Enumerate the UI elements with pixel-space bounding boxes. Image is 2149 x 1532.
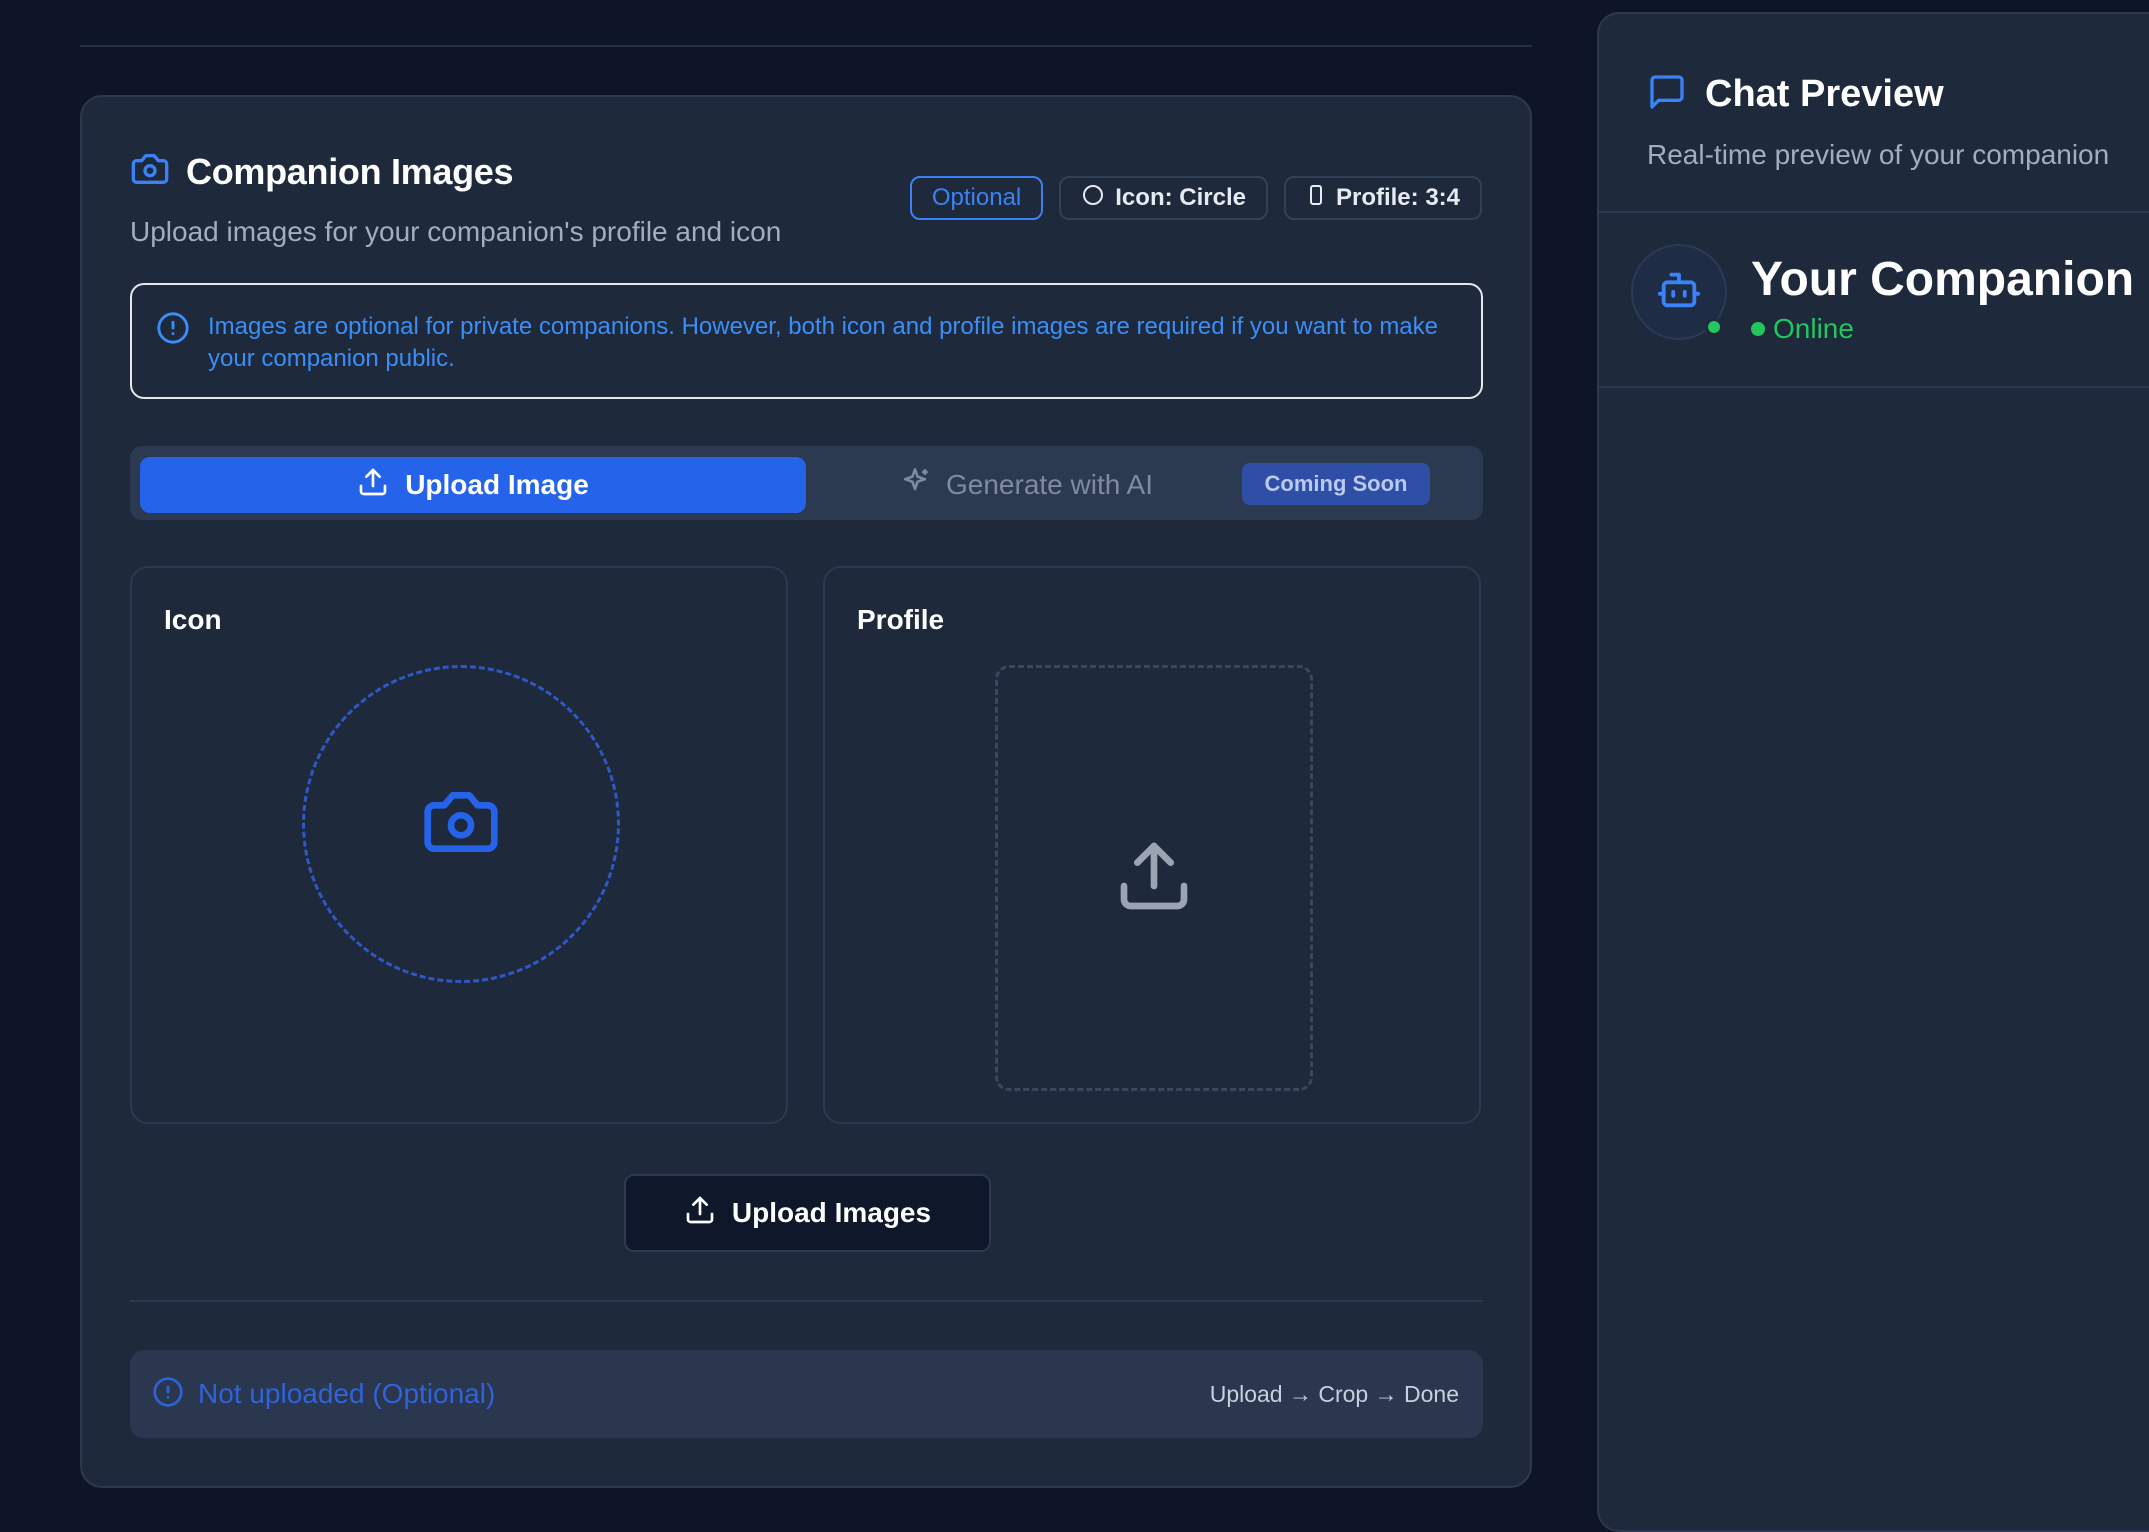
- info-text: Images are optional for private companio…: [208, 313, 1438, 372]
- online-indicator: [1705, 318, 1723, 336]
- card-title: Companion Images: [186, 150, 514, 192]
- info-icon: [156, 311, 190, 350]
- bottom-divider: [130, 1300, 1483, 1302]
- upload-images-button[interactable]: Upload Images: [624, 1174, 991, 1252]
- preview-divider: [1599, 211, 2149, 213]
- icon-shape-badge: Icon: Circle: [1059, 176, 1268, 220]
- image-badges: Optional Icon: Circle Profile: 3:4: [909, 176, 1482, 220]
- card-subtitle: Upload images for your companion's profi…: [130, 216, 782, 247]
- info-alert: Images are optional for private companio…: [130, 283, 1483, 399]
- profile-upload-panel: Profile: [823, 566, 1481, 1124]
- portrait-icon: [1306, 183, 1326, 214]
- tab-upload-label: Upload Image: [405, 469, 589, 500]
- upload-icon: [1114, 836, 1194, 921]
- profile-dropzone[interactable]: [995, 665, 1313, 1091]
- tab-generate-label: Generate with AI: [946, 469, 1154, 500]
- profile-ratio-badge: Profile: 3:4: [1283, 176, 1482, 220]
- chat-preview-title: Chat Preview: [1705, 73, 1944, 115]
- chat-preview-panel: Chat Preview Real-time preview of your c…: [1597, 12, 2149, 1532]
- chat-bubble-icon: [1647, 72, 1687, 117]
- tab-generate-ai[interactable]: Generate with AI: [898, 457, 1153, 513]
- companion-header: Your Companion Online: [1631, 244, 2134, 345]
- camera-icon: [421, 782, 501, 867]
- coming-soon-badge: Coming Soon: [1242, 463, 1430, 505]
- icon-upload-panel: Icon: [130, 566, 788, 1124]
- companion-status: Online: [1751, 313, 2134, 345]
- companion-name: Your Companion: [1751, 253, 2135, 306]
- robot-icon: [1656, 267, 1702, 318]
- profile-panel-label: Profile: [857, 604, 945, 635]
- icon-dropzone[interactable]: [302, 665, 620, 983]
- top-divider: [80, 45, 1532, 47]
- optional-badge: Optional: [909, 176, 1044, 220]
- upload-status-bar: Not uploaded (Optional) Upload → Crop → …: [130, 1350, 1483, 1438]
- companion-status-text: Online: [1773, 313, 1854, 344]
- chat-preview-subtitle: Real-time preview of your companion: [1647, 139, 2110, 170]
- upload-images-label: Upload Images: [731, 1197, 932, 1228]
- circle-icon: [1081, 183, 1105, 214]
- upload-steps: Upload → Crop → Done: [1209, 1380, 1459, 1407]
- upload-icon: [357, 466, 389, 505]
- preview-divider-2: [1599, 386, 2149, 388]
- icon-panel-label: Icon: [164, 604, 222, 635]
- tab-upload-image[interactable]: Upload Image: [140, 457, 806, 513]
- upload-status-text: Not uploaded (Optional): [198, 1378, 496, 1409]
- camera-icon: [130, 149, 170, 194]
- info-icon: [152, 1376, 184, 1413]
- chat-preview-header: Chat Preview Real-time preview of your c…: [1647, 72, 2109, 171]
- upload-icon: [684, 1194, 716, 1233]
- companion-images-card: Companion Images Upload images for your …: [80, 95, 1532, 1488]
- status-dot: [1751, 322, 1765, 336]
- sparkles-icon: [898, 465, 932, 506]
- card-header: Companion Images Upload images for your …: [130, 149, 781, 248]
- avatar: [1631, 244, 1727, 340]
- image-source-tabs: Upload Image Generate with AI Coming Soo…: [130, 446, 1483, 520]
